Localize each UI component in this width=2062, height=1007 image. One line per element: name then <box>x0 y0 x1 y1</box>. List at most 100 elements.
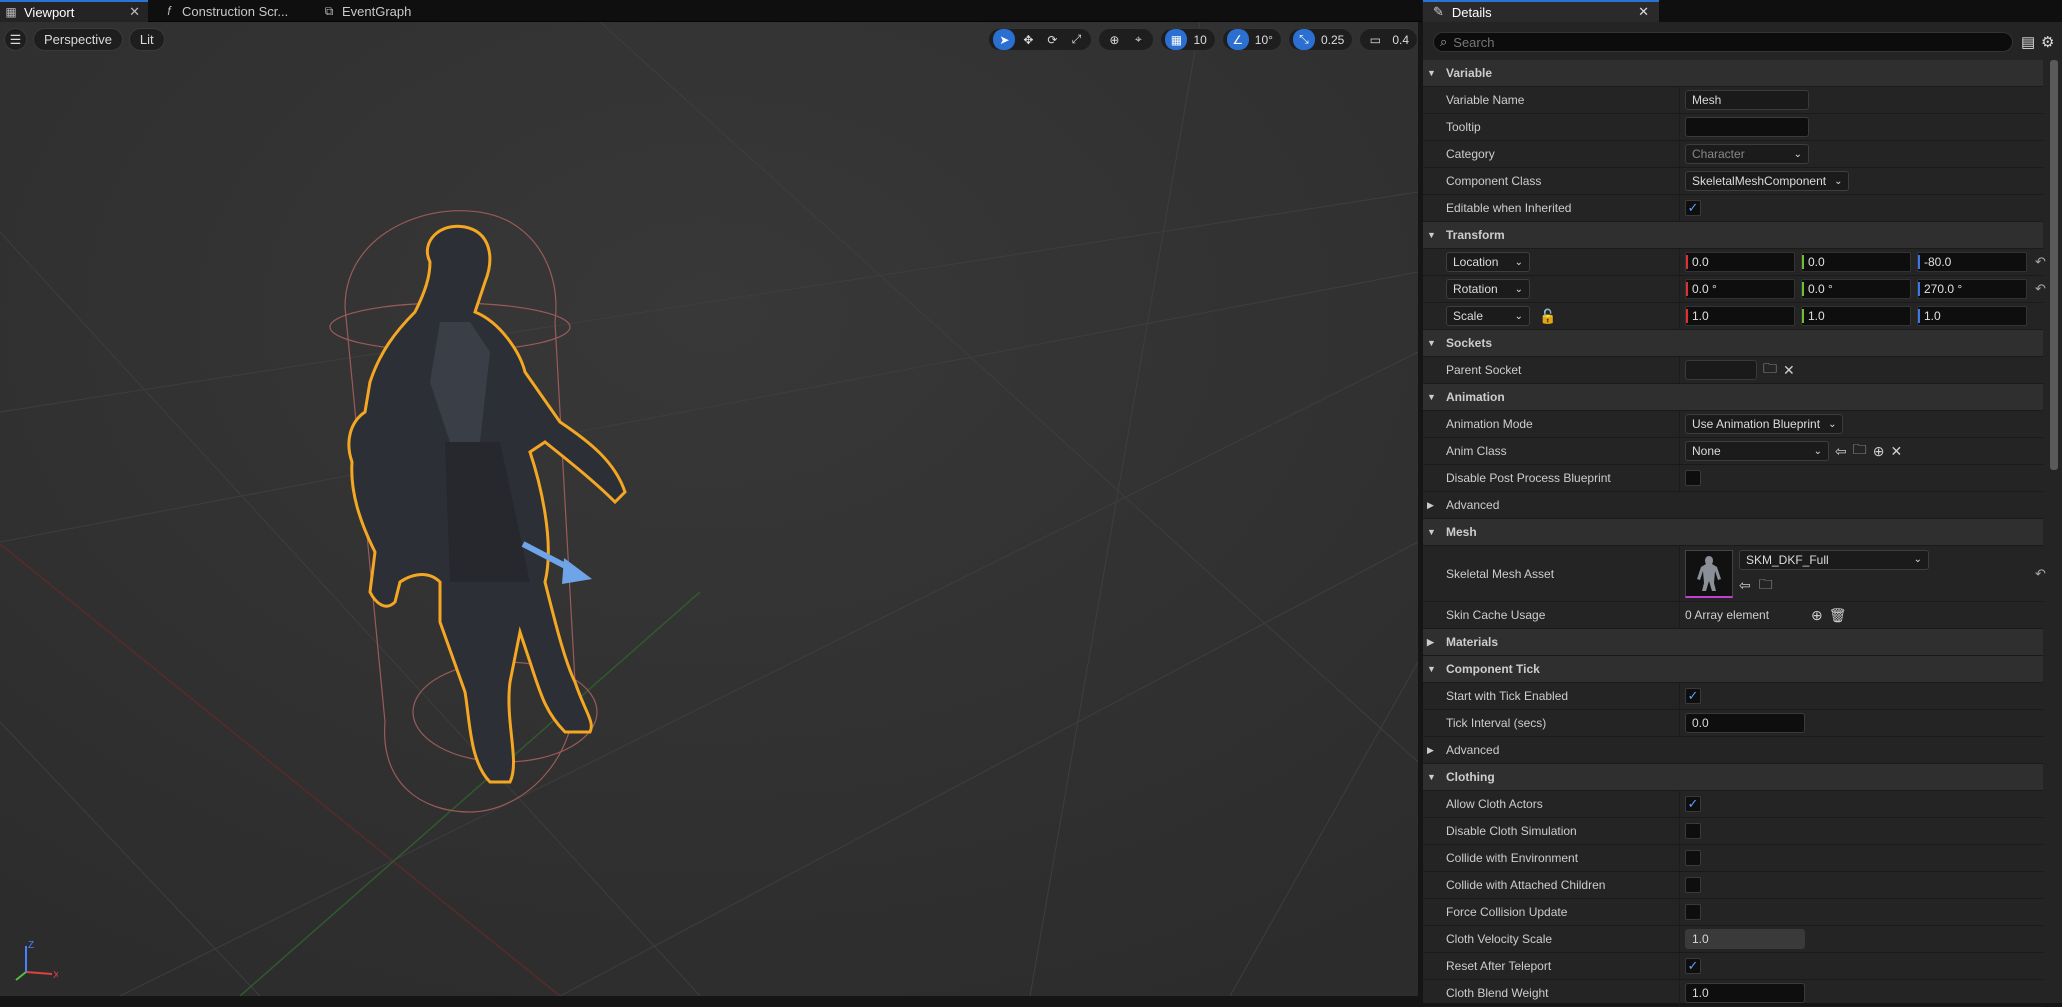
collide-children-checkbox[interactable] <box>1685 877 1701 893</box>
category-transform[interactable]: ▼ Transform <box>1423 222 2043 249</box>
search-input[interactable]: ⌕ Search <box>1433 32 2013 52</box>
browse-folder-icon[interactable]: 🗀 <box>1759 574 1773 598</box>
scale-snap-value[interactable]: 0.25 <box>1317 33 1348 47</box>
scale-dropdown[interactable]: Scale ⌄ <box>1446 306 1530 326</box>
tick-advanced[interactable]: ▶ Advanced <box>1423 737 2043 764</box>
prop-scale: Scale ⌄ 🔓 1.0 1.0 1.0 <box>1423 303 2043 330</box>
force-collision-checkbox[interactable] <box>1685 904 1701 920</box>
lit-button[interactable]: Lit <box>128 28 165 51</box>
parent-socket-field[interactable] <box>1685 360 1757 380</box>
tab-event-graph[interactable]: ⧉ EventGraph <box>318 0 438 22</box>
close-icon[interactable]: ✕ <box>1638 4 1649 20</box>
prop-label: Disable Cloth Simulation <box>1446 824 1577 838</box>
tooltip-field[interactable] <box>1685 117 1809 137</box>
details-scrollbar[interactable] <box>2050 60 2058 470</box>
tab-details[interactable]: ✎ Details ✕ <box>1423 0 1659 22</box>
angle-snap-icon[interactable]: ∠ <box>1226 29 1249 50</box>
svg-text:X: X <box>53 970 58 981</box>
reset-arrow-icon[interactable]: ↶ <box>2035 254 2046 270</box>
scale-label: Scale <box>1453 309 1484 323</box>
component-class-dropdown[interactable]: SkeletalMeshComponent ⌄ <box>1685 171 1850 191</box>
chevron-down-icon: ⌄ <box>1514 310 1523 322</box>
add-plus-icon[interactable]: ⊕ <box>1811 607 1823 624</box>
disable-cloth-sim-checkbox[interactable] <box>1685 823 1701 839</box>
prop-label: Allow Cloth Actors <box>1446 797 1543 811</box>
category-variable[interactable]: ▼ Variable <box>1423 60 2043 87</box>
tick-interval-field[interactable]: 0.0 <box>1685 713 1805 733</box>
rotation-x-field[interactable]: 0.0 ° <box>1685 279 1795 299</box>
start-tick-checkbox[interactable]: ✓ <box>1685 688 1701 704</box>
prop-skin-cache-usage: Skin Cache Usage 0 Array element ⊕ 🗑 <box>1423 602 2043 629</box>
reset-arrow-icon[interactable]: ↶ <box>2035 281 2046 297</box>
location-y-field[interactable]: 0.0 <box>1801 252 1911 272</box>
tab-viewport[interactable]: ▦ Viewport ✕ <box>0 0 148 22</box>
use-selected-icon[interactable]: ⇦ <box>1835 443 1847 460</box>
viewport-scene[interactable] <box>0 22 1418 996</box>
category-sockets[interactable]: ▼ Sockets <box>1423 330 2043 357</box>
rotate-tool-icon[interactable]: ⟳ <box>1041 29 1063 50</box>
camera-icon[interactable]: ▭ <box>1364 29 1386 50</box>
location-x-field[interactable]: 0.0 <box>1685 252 1795 272</box>
reset-arrow-icon[interactable]: ↶ <box>2035 566 2046 582</box>
browse-folder-icon[interactable]: 🗀 <box>1763 358 1777 382</box>
prop-location: Location ⌄ 0.0 0.0 -80.0 ↶ <box>1423 249 2046 276</box>
search-placeholder: Search <box>1453 34 1495 50</box>
prop-allow-cloth: Allow Cloth Actors ✓ <box>1423 791 2043 818</box>
tab-label: Construction Scr... <box>182 3 289 19</box>
move-tool-icon[interactable]: ✥ <box>1017 29 1039 50</box>
category-dropdown[interactable]: Character ⌄ <box>1685 144 1809 164</box>
blend-weight-field[interactable]: 1.0 <box>1685 983 1805 1003</box>
allow-cloth-checkbox[interactable]: ✓ <box>1685 796 1701 812</box>
tab-construction-script[interactable]: f Construction Scr... <box>158 0 308 22</box>
hamburger-menu-button[interactable]: ☰ <box>4 28 27 51</box>
category-component-tick[interactable]: ▼ Component Tick <box>1423 656 2043 683</box>
category-label: Variable <box>1446 66 1493 80</box>
rotation-snap-value[interactable]: 10° <box>1251 33 1277 47</box>
scale-y-field[interactable]: 1.0 <box>1801 306 1911 326</box>
surface-snap-icon[interactable]: ⌖ <box>1127 29 1149 50</box>
scale-snap-icon[interactable]: ⤡ <box>1292 29 1315 50</box>
expand-arrow-icon: ▼ <box>1427 772 1436 782</box>
world-space-icon[interactable]: ⊕ <box>1103 29 1125 50</box>
scale-tool-icon[interactable]: ⤢ <box>1065 29 1087 50</box>
variable-name-field[interactable]: Mesh <box>1685 90 1809 110</box>
anim-class-dropdown[interactable]: None ⌄ <box>1685 441 1829 461</box>
velocity-scale-field[interactable]: 1.0 <box>1685 929 1805 949</box>
rotation-dropdown[interactable]: Rotation ⌄ <box>1446 279 1530 299</box>
collide-env-checkbox[interactable] <box>1685 850 1701 866</box>
grid-snap-value[interactable]: 10 <box>1189 33 1210 47</box>
category-animation[interactable]: ▼ Animation <box>1423 384 2043 411</box>
grid-snap-icon[interactable]: ▦ <box>1165 29 1188 50</box>
perspective-button[interactable]: Perspective <box>33 28 123 51</box>
clear-x-icon[interactable]: ✕ <box>1783 362 1795 379</box>
category-materials[interactable]: ▶ Materials <box>1423 629 2043 656</box>
rotation-y-field[interactable]: 0.0 ° <box>1801 279 1911 299</box>
animation-advanced[interactable]: ▶ Advanced <box>1423 492 2043 519</box>
scale-x-field[interactable]: 1.0 <box>1685 306 1795 326</box>
mesh-thumbnail[interactable] <box>1685 549 1733 598</box>
reset-teleport-checkbox[interactable]: ✓ <box>1685 958 1701 974</box>
category-mesh[interactable]: ▼ Mesh <box>1423 519 2043 546</box>
trash-icon[interactable]: 🗑 <box>1829 607 1847 624</box>
category-clothing[interactable]: ▼ Clothing <box>1423 764 2043 791</box>
category-value: Character <box>1692 147 1745 161</box>
settings-gear-icon[interactable]: ⚙ <box>2041 33 2054 51</box>
clear-x-icon[interactable]: ✕ <box>1890 443 1902 460</box>
rotation-z-field[interactable]: 270.0 ° <box>1917 279 2027 299</box>
table-view-icon[interactable]: ▤ <box>2021 33 2035 51</box>
editable-checkbox[interactable]: ✓ <box>1685 200 1701 216</box>
lock-icon[interactable]: 🔓 <box>1539 308 1556 325</box>
scale-z-field[interactable]: 1.0 <box>1917 306 2027 326</box>
add-plus-icon[interactable]: ⊕ <box>1873 443 1885 460</box>
close-icon[interactable]: ✕ <box>129 4 140 20</box>
select-tool-icon[interactable]: ➤ <box>993 29 1016 50</box>
use-selected-icon[interactable]: ⇦ <box>1739 574 1751 598</box>
disable-post-process-checkbox[interactable] <box>1685 470 1701 486</box>
camera-speed-value[interactable]: 0.4 <box>1388 33 1413 47</box>
location-z-field[interactable]: -80.0 <box>1917 252 2027 272</box>
viewport[interactable]: ☰ Perspective Lit ➤ ✥ ⟳ ⤢ ⊕ ⌖ ▦ 10 ∠ 10°… <box>0 22 1418 996</box>
location-dropdown[interactable]: Location ⌄ <box>1446 252 1530 272</box>
skeletal-mesh-dropdown[interactable]: SKM_DKF_Full ⌄ <box>1739 549 1929 570</box>
browse-folder-icon[interactable]: 🗀 <box>1853 439 1867 463</box>
animation-mode-dropdown[interactable]: Use Animation Blueprint ⌄ <box>1685 414 1844 434</box>
